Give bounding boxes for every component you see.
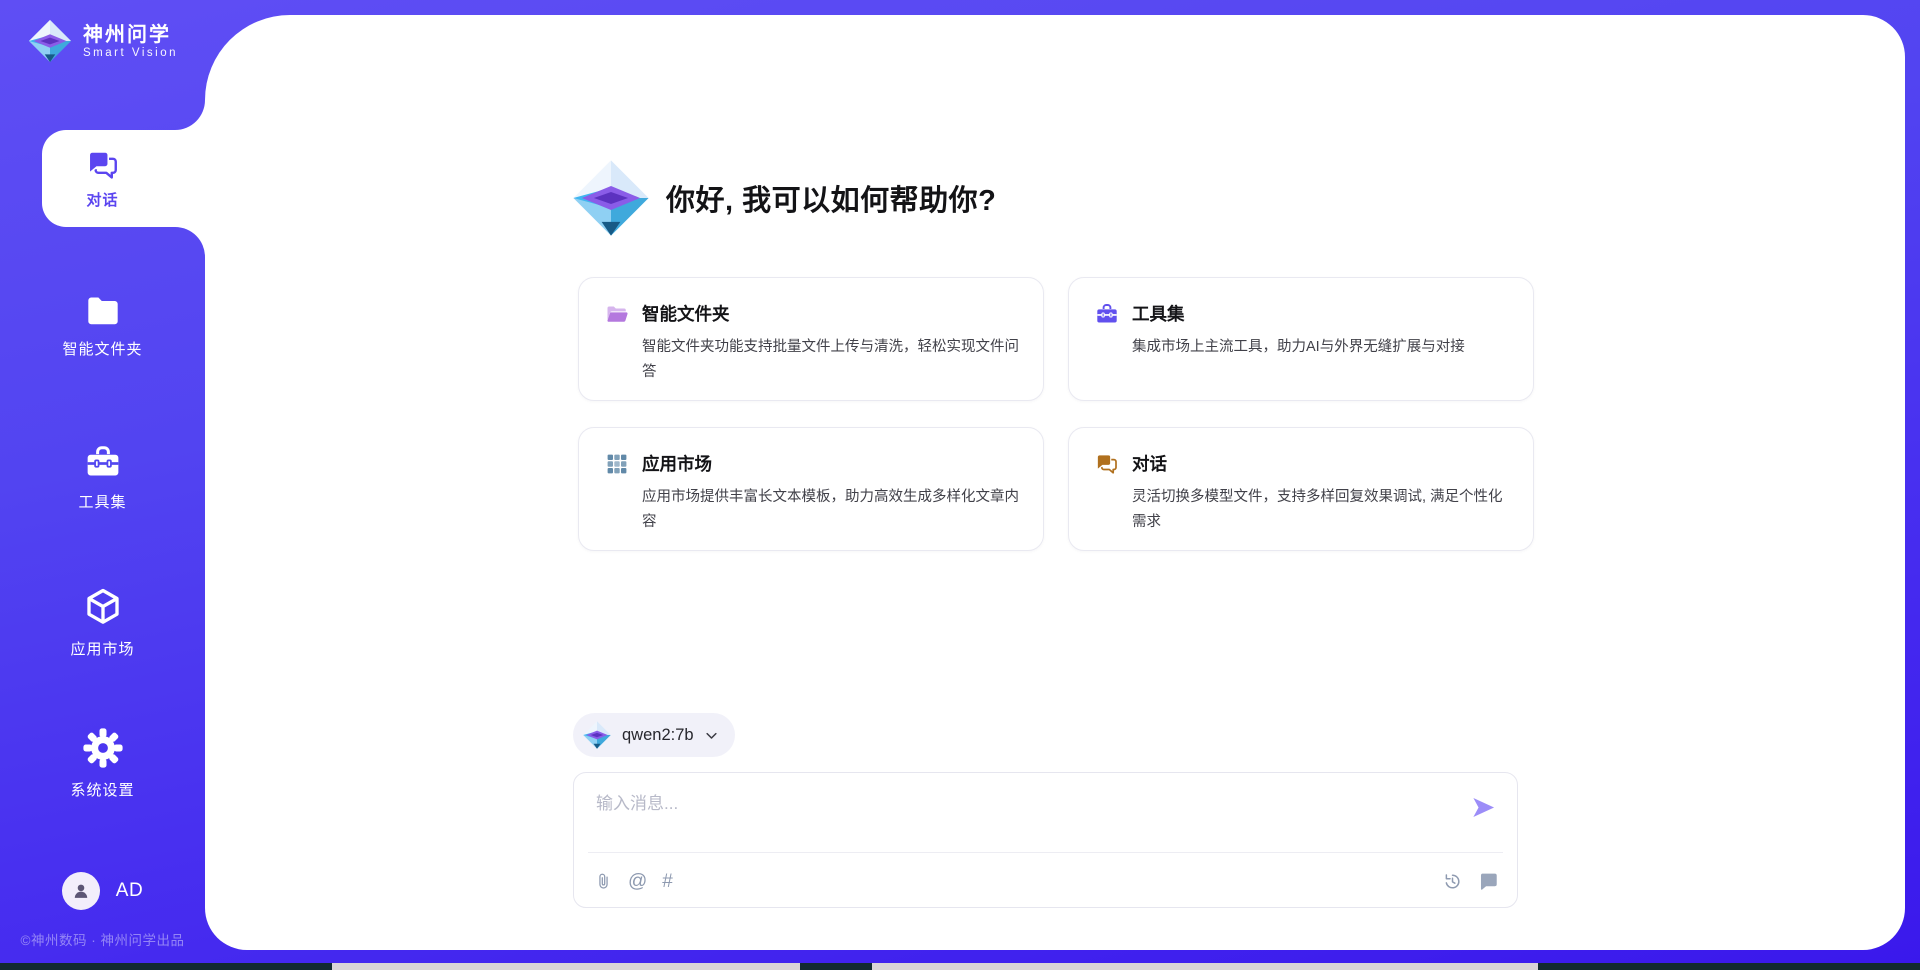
- bottom-scrollbar-track[interactable]: [0, 963, 1920, 970]
- message-input[interactable]: [596, 789, 1436, 841]
- card-description: 智能文件夹功能支持批量文件上传与清洗，轻松实现文件问答: [642, 335, 1019, 385]
- send-icon: [1470, 794, 1497, 821]
- card-app-market[interactable]: 应用市场 应用市场提供丰富长文本模板，助力高效生成多样化文章内容: [578, 427, 1044, 551]
- send-button[interactable]: [1470, 794, 1497, 821]
- avatar: [62, 872, 100, 910]
- card-title: 应用市场: [642, 451, 712, 476]
- feedback-button[interactable]: [1478, 871, 1499, 892]
- diamond-logo-icon: [570, 157, 652, 239]
- user-profile[interactable]: AD: [0, 872, 205, 910]
- toolbox-icon: [1095, 302, 1119, 326]
- feedback-bubble-icon: [1478, 871, 1499, 892]
- sidebar-item-label: 应用市场: [70, 638, 134, 659]
- active-tab-scoop-top: [175, 100, 205, 130]
- brand-name: 神州问学: [83, 24, 178, 47]
- sidebar-item-label: 工具集: [78, 491, 126, 512]
- model-selector[interactable]: qwen2:7b: [573, 713, 735, 757]
- message-composer: @ #: [573, 772, 1518, 908]
- card-toolset[interactable]: 工具集 集成市场上主流工具，助力AI与外界无缝扩展与对接: [1068, 277, 1534, 401]
- toolbox-icon: [84, 443, 122, 481]
- chat-bubbles-icon: [1095, 452, 1119, 476]
- folder-open-icon: [605, 302, 629, 326]
- sidebar: 神州问学 Smart Vision 对话 智能文件夹 工具集 应用市场: [0, 0, 205, 970]
- model-name: qwen2:7b: [622, 726, 694, 745]
- brand[interactable]: 神州问学 Smart Vision: [0, 18, 205, 64]
- sidebar-item-label: 对话: [86, 189, 118, 210]
- card-smart-folder[interactable]: 智能文件夹 智能文件夹功能支持批量文件上传与清洗，轻松实现文件问答: [578, 277, 1044, 401]
- cube-icon: [83, 586, 123, 628]
- composer-toolbar: @ #: [594, 853, 1499, 909]
- sidebar-item-toolset[interactable]: 工具集: [0, 443, 205, 512]
- sidebar-item-label: 智能文件夹: [62, 338, 142, 359]
- content-column: 你好, 我可以如何帮助你? 智能文件夹 智能文件夹功能支持批量文件上传与清洗，轻…: [578, 15, 1534, 950]
- card-title: 工具集: [1132, 301, 1185, 326]
- sidebar-item-chat[interactable]: 对话: [42, 130, 205, 227]
- brand-subtitle: Smart Vision: [83, 47, 178, 59]
- grid-icon: [605, 452, 629, 476]
- main-panel: 你好, 我可以如何帮助你? 智能文件夹 智能文件夹功能支持批量文件上传与清洗，轻…: [205, 15, 1905, 950]
- feature-cards: 智能文件夹 智能文件夹功能支持批量文件上传与清洗，轻松实现文件问答 工具集 集成…: [578, 277, 1534, 551]
- sidebar-item-settings[interactable]: 系统设置: [0, 727, 205, 800]
- user-icon: [70, 880, 92, 902]
- sidebar-item-label: 系统设置: [70, 779, 134, 800]
- greeting: 你好, 我可以如何帮助你?: [570, 157, 996, 239]
- greeting-text: 你好, 我可以如何帮助你?: [666, 177, 996, 219]
- chat-bubbles-icon: [86, 148, 120, 182]
- gear-icon: [82, 727, 124, 769]
- hashtag-button[interactable]: #: [662, 872, 673, 891]
- chevron-down-icon: [704, 728, 719, 743]
- card-description: 灵活切换多模型文件，支持多样回复效果调试, 满足个性化需求: [1132, 485, 1509, 535]
- attach-file-button[interactable]: [594, 871, 613, 892]
- sidebar-item-app-market[interactable]: 应用市场: [0, 586, 205, 659]
- history-button[interactable]: [1442, 871, 1463, 892]
- user-name: AD: [116, 880, 143, 902]
- diamond-logo-icon: [27, 18, 73, 64]
- history-icon: [1442, 871, 1463, 892]
- sidebar-item-smart-folder[interactable]: 智能文件夹: [0, 294, 205, 359]
- card-description: 应用市场提供丰富长文本模板，助力高效生成多样化文章内容: [642, 485, 1019, 535]
- scrollbar-segment[interactable]: [872, 963, 1538, 970]
- diamond-logo-icon: [582, 720, 612, 750]
- scrollbar-segment[interactable]: [332, 963, 800, 970]
- folder-icon: [84, 294, 122, 328]
- paperclip-icon: [594, 871, 613, 892]
- card-description: 集成市场上主流工具，助力AI与外界无缝扩展与对接: [1132, 335, 1509, 360]
- copyright-footer: ©神州数码 · 神州问学出品: [0, 929, 205, 949]
- card-title: 智能文件夹: [642, 301, 730, 326]
- active-tab-scoop-bottom: [175, 227, 205, 257]
- card-chat[interactable]: 对话 灵活切换多模型文件，支持多样回复效果调试, 满足个性化需求: [1068, 427, 1534, 551]
- card-title: 对话: [1132, 451, 1167, 476]
- mention-button[interactable]: @: [628, 872, 647, 891]
